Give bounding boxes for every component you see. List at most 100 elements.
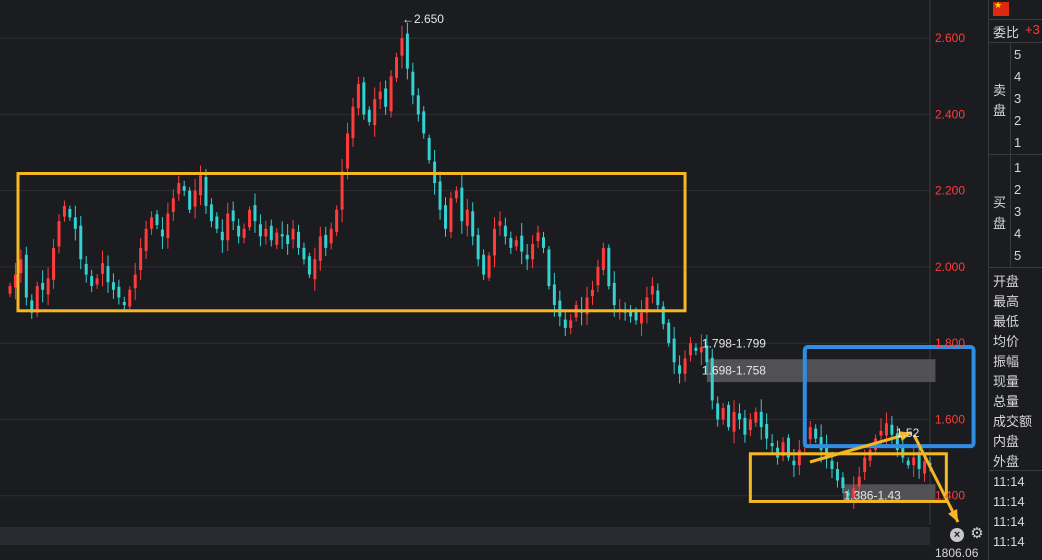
- candle-body: [405, 33, 409, 69]
- candle-body: [857, 476, 861, 487]
- candle-body: [122, 302, 126, 306]
- candle-body: [215, 216, 219, 229]
- y-tick-label: 1.800: [935, 336, 965, 350]
- candle-body: [318, 236, 322, 261]
- candle-body: [144, 228, 148, 251]
- quote-panel: ★ 委比 +3 卖 盘 5 4 3 2 1 买 盘 1 2 3 4 5 开盘 最…: [988, 0, 1042, 560]
- candle-body: [727, 404, 731, 428]
- close-icon[interactable]: ×: [950, 528, 964, 542]
- y-tick-label: 1.600: [935, 412, 965, 426]
- stat-label: 最高: [993, 294, 1020, 309]
- candle-body: [35, 286, 39, 313]
- candle-body: [340, 171, 344, 210]
- candle-body: [177, 183, 181, 194]
- buy-label: 买: [993, 195, 1007, 210]
- candle-body: [19, 259, 23, 274]
- buy-level: 3: [1014, 204, 1022, 219]
- candle-body: [563, 319, 567, 328]
- candle-body: [509, 237, 513, 248]
- candle-body: [678, 365, 682, 374]
- candle-body: [166, 213, 170, 238]
- candle-body: [209, 204, 213, 222]
- stat-label: 内盘: [993, 434, 1020, 449]
- bottom-value: 1806.06: [935, 546, 979, 560]
- candle-body: [79, 225, 83, 260]
- stat-label: 现量: [993, 374, 1020, 389]
- candle-body: [607, 247, 611, 286]
- candle-body: [460, 187, 464, 222]
- candle-body: [438, 181, 442, 210]
- candle-body: [395, 57, 399, 78]
- candle-body: [57, 221, 61, 247]
- candle-body: [101, 263, 105, 274]
- candle-body: [253, 205, 257, 222]
- candle-body: [351, 106, 355, 139]
- candle-body: [465, 209, 469, 226]
- candle-body: [95, 278, 99, 285]
- candle-body: [830, 460, 834, 470]
- candle-body: [863, 457, 867, 473]
- candle-body: [356, 83, 360, 109]
- buy-label-2: 盘: [993, 216, 1007, 231]
- candle-body: [362, 82, 366, 115]
- candle-body: [188, 190, 192, 210]
- candle-body: [716, 403, 720, 420]
- candle-body: [541, 237, 545, 248]
- candle-body: [770, 443, 774, 447]
- candle-body: [242, 228, 246, 238]
- chart-area[interactable]: ←2.650 1.798-1.799 1.698-1.758 1.52 1.386-1.…: [0, 0, 988, 525]
- candle-body: [890, 424, 894, 435]
- candle-body: [498, 221, 502, 226]
- stat-label: 总量: [993, 394, 1020, 409]
- candle-body: [639, 312, 643, 324]
- candle-body: [503, 225, 507, 237]
- candle-body: [297, 231, 301, 248]
- candle-body: [765, 424, 769, 439]
- candle-body: [487, 255, 491, 278]
- candle-body: [160, 229, 164, 237]
- candle-body: [389, 76, 393, 112]
- candle-body: [650, 286, 654, 295]
- candle-body: [13, 274, 17, 288]
- candle-body: [269, 225, 273, 241]
- y-tick-label: 2.200: [935, 184, 965, 198]
- sell-level: 4: [1014, 69, 1022, 84]
- candle-body: [835, 469, 839, 481]
- stat-label: 成交额: [993, 414, 1033, 429]
- candle-body: [335, 209, 339, 232]
- candle-body: [90, 276, 94, 286]
- buy-level: 4: [1014, 226, 1022, 241]
- y-tick-label: 2.600: [935, 31, 965, 45]
- china-flag-icon: ★: [993, 0, 1009, 16]
- candle-body: [569, 320, 573, 328]
- candle-body: [258, 224, 262, 237]
- candle-body: [52, 247, 56, 280]
- trade-time: 11:14: [993, 534, 1025, 549]
- candle-body: [879, 430, 883, 436]
- candlestick-chart[interactable]: ←2.650 1.798-1.799 1.698-1.758 1.52 1.386-1.…: [0, 0, 988, 525]
- candle-body: [155, 214, 159, 225]
- candle-body: [204, 176, 208, 206]
- scrollbar-track[interactable]: [0, 527, 930, 545]
- candle-body: [841, 477, 845, 489]
- stat-label: 均价: [993, 334, 1020, 349]
- candle-body: [8, 286, 12, 294]
- candle-body: [199, 175, 203, 196]
- candle-body: [721, 408, 725, 420]
- candle-body: [231, 210, 235, 222]
- y-tick-label: 2.000: [935, 260, 965, 274]
- candle-body: [917, 454, 921, 470]
- candle-body: [808, 427, 812, 440]
- candle-body: [476, 234, 480, 260]
- candle-body: [814, 428, 818, 439]
- candle-body: [313, 259, 317, 280]
- candle-body: [248, 209, 252, 228]
- candle-body: [737, 413, 741, 420]
- candle-body: [68, 208, 72, 218]
- candle-body: [280, 234, 284, 237]
- sell-level: 2: [1014, 113, 1022, 128]
- candle-body: [302, 247, 306, 260]
- gear-icon[interactable]: ⚙: [969, 526, 985, 542]
- candle-body: [743, 417, 747, 435]
- price-annotation: ←2.650: [402, 12, 444, 26]
